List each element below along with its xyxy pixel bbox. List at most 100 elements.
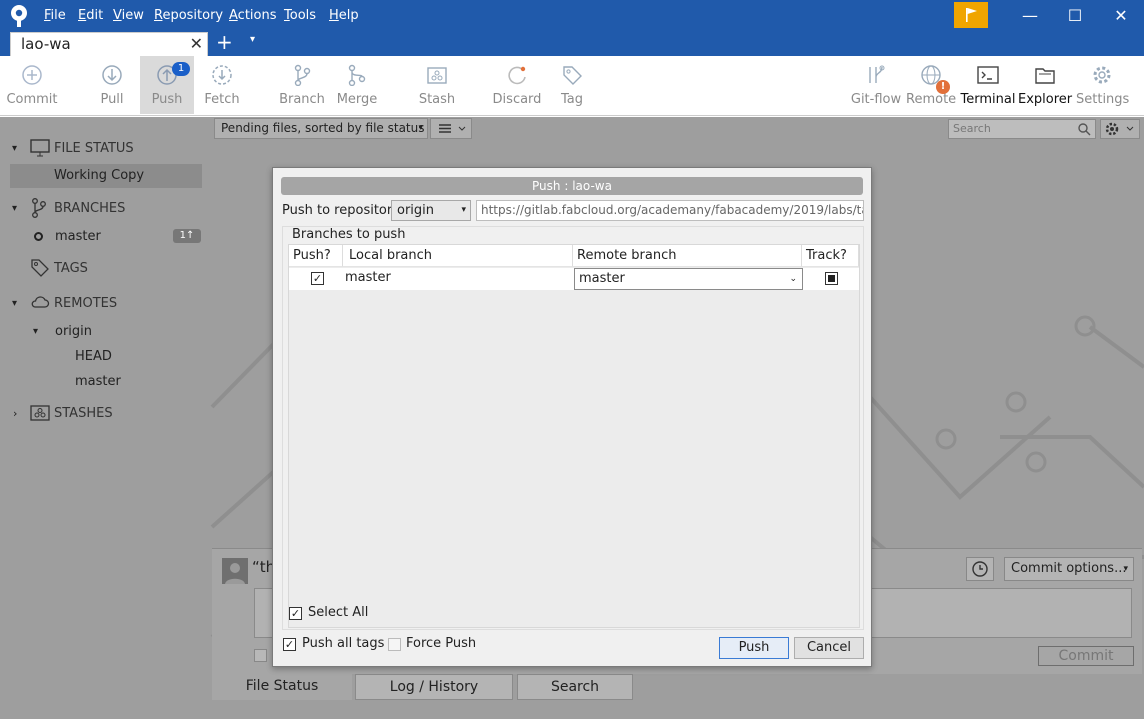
select-all-label: Select All: [308, 605, 369, 620]
select-all-checkbox[interactable]: ✓: [289, 607, 302, 620]
discard-icon: [492, 56, 542, 92]
branch-button[interactable]: Branch: [278, 56, 326, 114]
remote-branch-select[interactable]: master ⌄: [574, 268, 803, 290]
menu-tools[interactable]: Tools: [282, 6, 318, 26]
close-window-button[interactable]: ✕: [1099, 4, 1143, 28]
pull-button[interactable]: Pull: [88, 56, 136, 114]
search-input[interactable]: Search: [948, 119, 1096, 139]
file-sort-label: Pending files, sorted by file status: [221, 121, 425, 135]
commit-options-select[interactable]: Commit options... ▾: [1004, 557, 1134, 581]
options-dropdown[interactable]: [1100, 119, 1140, 139]
menu-edit[interactable]: Edit: [76, 6, 105, 26]
sidebar-item-origin[interactable]: origin: [55, 324, 92, 339]
folder-icon: [1018, 56, 1072, 92]
branches-header[interactable]: BRANCHES: [54, 201, 125, 216]
repository-url-field[interactable]: https://gitlab.fabcloud.org/academany/fa…: [476, 200, 864, 221]
repository-select[interactable]: origin ▾: [391, 200, 471, 221]
gear-icon: [1076, 56, 1128, 92]
gitflow-button[interactable]: Git-flow: [850, 56, 902, 114]
force-push-checkbox[interactable]: [388, 638, 401, 651]
working-copy-label: Working Copy: [54, 168, 145, 183]
menu-repository[interactable]: Repository: [152, 6, 225, 26]
chevron-down-icon: ⌄: [789, 274, 797, 284]
current-branch-icon: [33, 231, 44, 246]
repo-tab[interactable]: lao-wa ✕: [10, 32, 208, 56]
maximize-button[interactable]: ☐: [1053, 4, 1097, 28]
clock-icon: [972, 561, 988, 577]
merge-icon: [332, 56, 382, 92]
local-branch-cell: master: [345, 270, 391, 285]
stashes-header[interactable]: STASHES: [54, 406, 113, 421]
tag-button[interactable]: Tag: [552, 56, 592, 114]
push-confirm-button[interactable]: Push: [719, 637, 789, 659]
commit-submit-button[interactable]: Commit: [1038, 646, 1134, 666]
explorer-button[interactable]: Explorer: [1018, 56, 1072, 114]
chevron-down-icon: ▾: [1123, 564, 1128, 574]
collapse-remotes-icon[interactable]: ▾: [12, 298, 17, 309]
tab-search[interactable]: Search: [517, 674, 633, 700]
collapse-file-status-icon[interactable]: ▾: [12, 143, 17, 154]
column-header-remote-branch[interactable]: Remote branch: [573, 245, 802, 267]
tab-dropdown-icon[interactable]: ▾: [250, 34, 255, 45]
commit-option-checkbox[interactable]: [254, 649, 267, 662]
collapse-branches-icon[interactable]: ▾: [12, 203, 17, 214]
sidebar-item-working-copy[interactable]: Working Copy: [10, 164, 202, 188]
menu-file[interactable]: File: [42, 6, 68, 26]
tags-header[interactable]: TAGS: [54, 261, 88, 276]
stash-button[interactable]: Stash: [414, 56, 460, 114]
track-checkbox-indeterminate: [828, 275, 835, 282]
menu-actions[interactable]: Actions: [227, 6, 279, 26]
sourcetree-logo-icon: [8, 4, 30, 28]
chevron-down-icon: ▾: [461, 205, 466, 215]
branch-table: Push? Local branch Remote branch Track? …: [288, 244, 860, 628]
column-header-push[interactable]: Push?: [289, 245, 343, 267]
cancel-button[interactable]: Cancel: [794, 637, 864, 659]
discard-button[interactable]: Discard: [492, 56, 542, 114]
expand-stashes-icon[interactable]: ›: [13, 407, 17, 420]
collapse-origin-icon[interactable]: ▾: [33, 326, 38, 337]
gear-icon: [1105, 122, 1134, 136]
branches-to-push-label: Branches to push: [290, 227, 408, 242]
stash-icon: [30, 404, 50, 426]
stash-icon: [414, 56, 460, 92]
sidebar-item-head[interactable]: HEAD: [75, 349, 112, 364]
push-row-checkbox[interactable]: ✓: [311, 272, 324, 285]
column-header-local-branch[interactable]: Local branch: [343, 245, 573, 267]
avatar: [222, 558, 248, 584]
terminal-icon: [960, 56, 1016, 92]
pull-icon: [88, 56, 136, 92]
push-to-repository-label: Push to repository:: [282, 203, 404, 218]
terminal-button[interactable]: Terminal: [960, 56, 1016, 114]
commit-history-button[interactable]: [966, 557, 994, 581]
fetch-icon: [198, 56, 246, 92]
chevron-down-icon: ▾: [418, 123, 423, 133]
tab-file-status[interactable]: File Status: [212, 674, 352, 700]
commit-button[interactable]: Commit: [6, 56, 58, 114]
list-icon: [439, 124, 466, 133]
merge-button[interactable]: Merge: [332, 56, 382, 114]
remotes-header[interactable]: REMOTES: [54, 296, 117, 311]
tab-close-icon[interactable]: ✕: [190, 34, 203, 53]
push-all-tags-checkbox[interactable]: ✓: [283, 638, 296, 651]
file-sort-select[interactable]: Pending files, sorted by file status ▾: [214, 118, 428, 139]
flag-button[interactable]: [954, 2, 988, 28]
commit-icon: [6, 56, 58, 92]
search-placeholder: Search: [953, 122, 991, 135]
minimize-button[interactable]: —: [1008, 4, 1052, 28]
menu-view[interactable]: View: [111, 6, 146, 26]
menu-help[interactable]: Help: [327, 6, 361, 26]
branch-icon: [278, 56, 326, 92]
tag-icon: [30, 258, 50, 282]
gitflow-icon: [850, 56, 902, 92]
sidebar-item-master[interactable]: master: [55, 229, 101, 244]
file-status-header[interactable]: FILE STATUS: [54, 141, 134, 156]
view-mode-select[interactable]: [430, 118, 472, 139]
tab-log-history[interactable]: Log / History: [355, 674, 513, 700]
push-dialog: Push : lao-wa Push to repository: origin…: [272, 167, 872, 667]
fetch-button[interactable]: Fetch: [198, 56, 246, 114]
new-tab-button[interactable]: +: [216, 30, 233, 54]
sidebar-item-origin-master[interactable]: master: [75, 374, 121, 389]
settings-button[interactable]: Settings: [1076, 56, 1129, 114]
column-header-track[interactable]: Track?: [802, 245, 859, 267]
push-all-tags-label: Push all tags: [302, 636, 385, 651]
